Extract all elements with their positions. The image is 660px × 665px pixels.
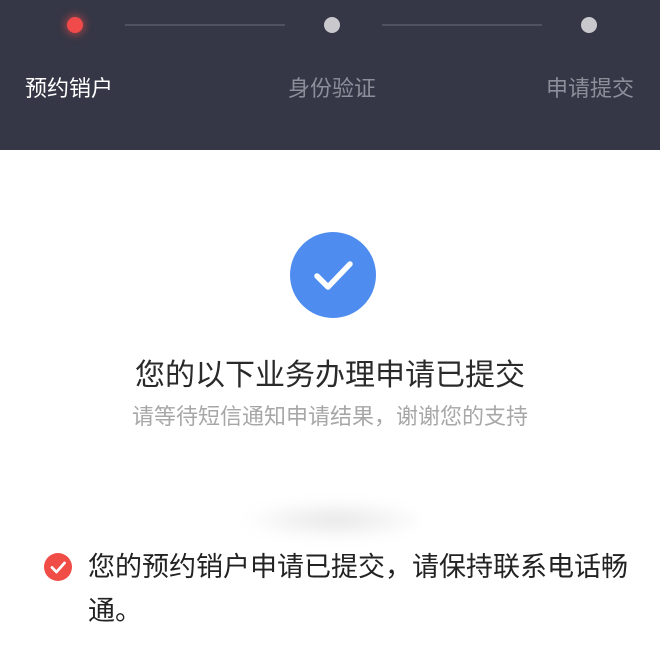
result-title: 您的以下业务办理申请已提交 (135, 358, 525, 393)
step-connector (382, 24, 542, 26)
notice-text: 您的预约销户申请已提交，请保持联系电话畅通。 (88, 552, 628, 627)
step-connector (125, 24, 285, 26)
step-indicator (324, 17, 340, 33)
progress-stepper: 预约销户 身份验证 申请提交 (0, 0, 660, 150)
step-label-reserve-cancel: 预约销户 (25, 77, 114, 102)
blurred-region (240, 500, 430, 540)
step-label-identity-verify: 身份验证 (288, 77, 377, 102)
check-circle-red-icon (44, 553, 72, 581)
step-indicator-active (67, 17, 83, 33)
step-label-submit-application: 申请提交 (546, 77, 635, 102)
result-subtitle: 请等待短信通知申请结果，谢谢您的支持 (131, 405, 528, 430)
step-indicator (581, 17, 597, 33)
check-circle-icon (290, 232, 376, 318)
